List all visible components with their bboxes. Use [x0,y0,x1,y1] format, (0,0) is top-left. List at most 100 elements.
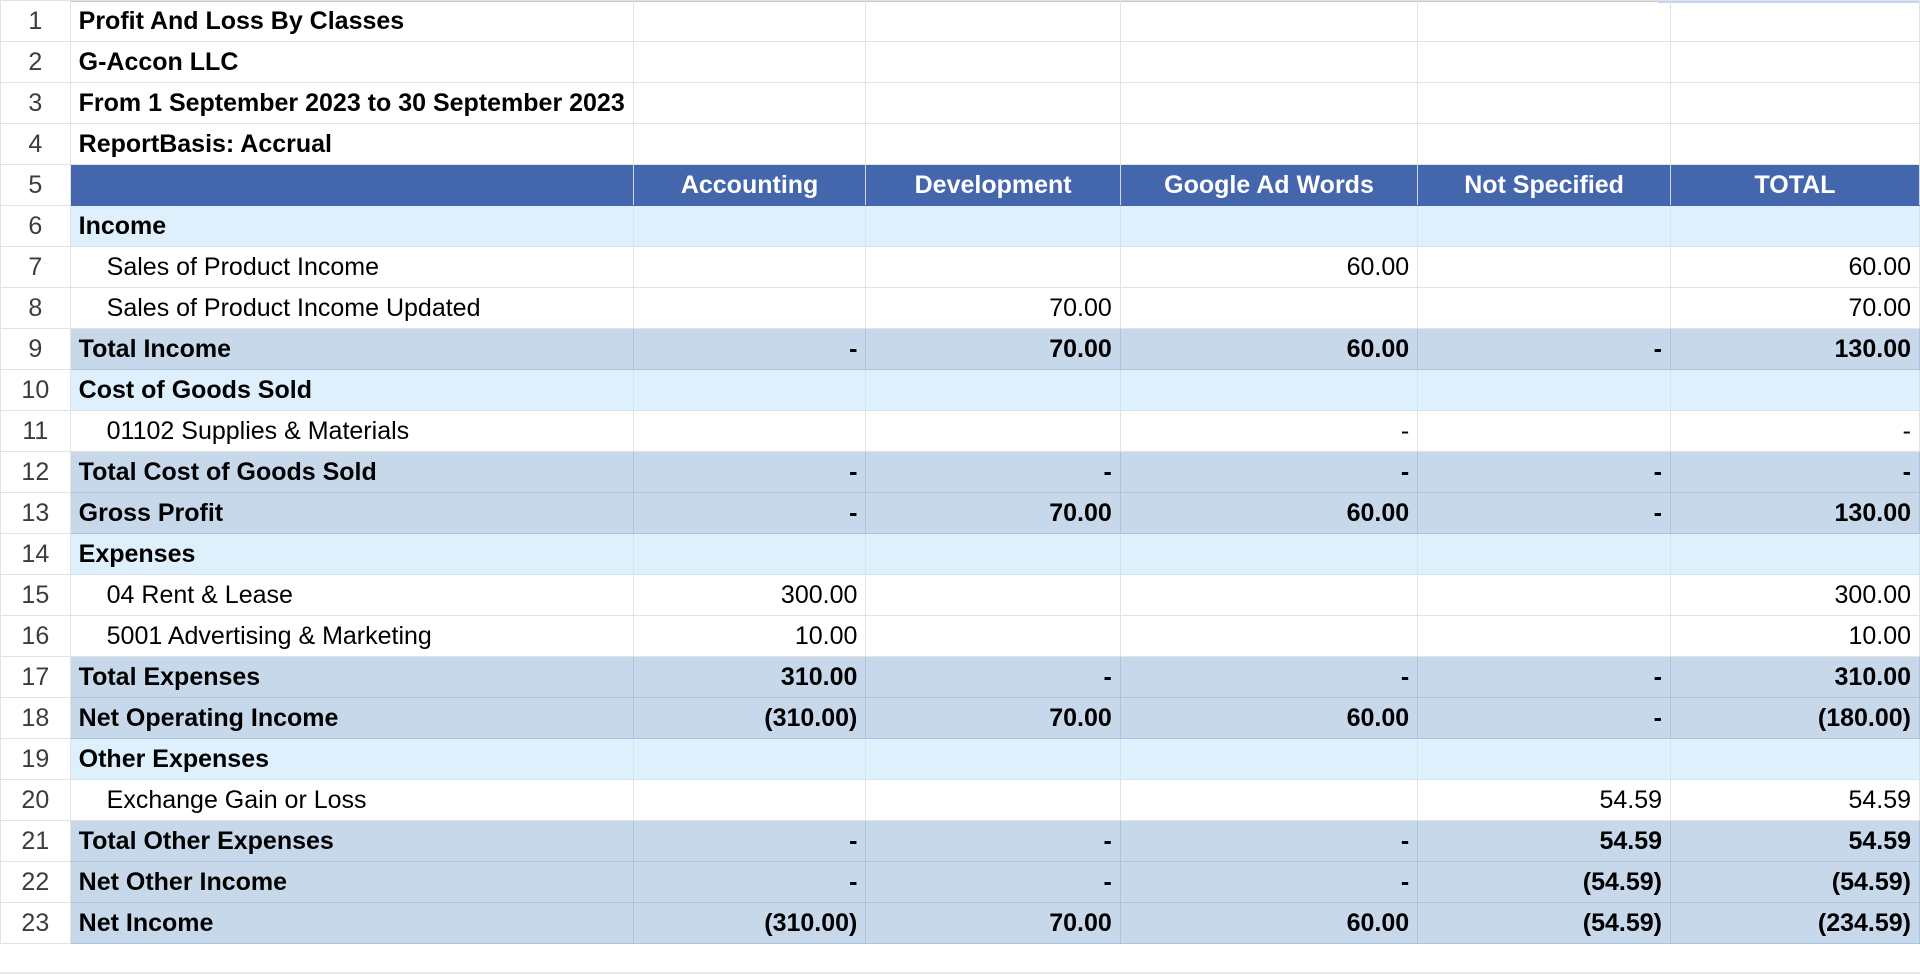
cell-value[interactable]: 60.00 [1119,697,1419,739]
cell-value[interactable]: - [632,451,867,493]
cell-label[interactable]: Expenses [69,533,634,575]
cell-value[interactable] [632,123,867,165]
cell-value[interactable] [865,410,1121,452]
cell-value[interactable]: - [1417,656,1671,698]
row-number[interactable]: 7 [0,246,71,288]
cell-value[interactable] [1670,82,1920,124]
column-header-cell[interactable]: Development [865,164,1121,206]
row-number[interactable]: 5 [0,164,71,206]
cell-value[interactable] [1670,738,1920,780]
cell-value[interactable]: 60.00 [1119,902,1419,944]
row-number[interactable]: 13 [0,492,71,534]
cell-label[interactable]: 04 Rent & Lease [69,574,634,616]
cell-value[interactable]: - [632,861,867,903]
cell-label[interactable] [69,164,634,206]
row-number[interactable]: 9 [0,328,71,370]
cell-value[interactable] [1670,0,1920,42]
cell-value[interactable]: - [632,820,867,862]
cell-value[interactable] [865,41,1121,83]
cell-value[interactable] [865,246,1121,288]
cell-value[interactable]: 54.59 [1670,820,1920,862]
cell-value[interactable] [1417,246,1671,288]
cell-label[interactable]: Sales of Product Income [69,246,634,288]
cell-value[interactable] [1670,123,1920,165]
cell-value[interactable] [865,738,1121,780]
cell-value[interactable]: - [865,861,1121,903]
row-number[interactable]: 23 [0,902,71,944]
cell-value[interactable] [865,615,1121,657]
cell-label[interactable]: Net Operating Income [69,697,634,739]
cell-value[interactable] [1417,533,1671,575]
cell-value[interactable] [1417,205,1671,247]
cell-label[interactable]: G-Accon LLC [69,41,634,83]
cell-value[interactable] [1670,41,1920,83]
cell-label[interactable]: Other Expenses [69,738,634,780]
cell-label[interactable]: Sales of Product Income Updated [69,287,634,329]
cell-value[interactable]: - [1119,656,1419,698]
cell-value[interactable]: - [1417,328,1671,370]
row-number[interactable]: 8 [0,287,71,329]
cell-value[interactable] [1119,369,1419,411]
row-number[interactable]: 21 [0,820,71,862]
cell-value[interactable]: 70.00 [865,492,1121,534]
cell-label[interactable]: Total Income [69,328,634,370]
cell-value[interactable] [1417,123,1671,165]
row-number[interactable]: 16 [0,615,71,657]
cell-label[interactable]: Net Income [69,902,634,944]
cell-value[interactable] [1119,287,1419,329]
cell-value[interactable]: 70.00 [865,902,1121,944]
cell-value[interactable]: 130.00 [1670,328,1920,370]
cell-value[interactable] [1417,574,1671,616]
cell-value[interactable] [1417,410,1671,452]
cell-value[interactable]: 54.59 [1670,779,1920,821]
cell-value[interactable] [632,369,867,411]
cell-label[interactable]: 01102 Supplies & Materials [69,410,634,452]
cell-value[interactable]: - [1119,820,1419,862]
cell-value[interactable]: (54.59) [1417,861,1671,903]
cell-value[interactable]: 130.00 [1670,492,1920,534]
row-number[interactable]: 4 [0,123,71,165]
cell-label[interactable]: ReportBasis: Accrual [69,123,634,165]
cell-value[interactable] [1417,82,1671,124]
cell-value[interactable]: - [632,328,867,370]
cell-value[interactable]: 54.59 [1417,820,1671,862]
cell-value[interactable]: - [1417,451,1671,493]
cell-value[interactable] [1670,533,1920,575]
cell-value[interactable]: 310.00 [1670,656,1920,698]
row-number[interactable]: 1 [0,0,71,42]
cell-value[interactable] [865,123,1121,165]
cell-value[interactable] [865,533,1121,575]
column-header-cell[interactable]: Accounting [632,164,867,206]
cell-value[interactable] [1119,779,1419,821]
cell-value[interactable]: - [1119,451,1419,493]
cell-value[interactable] [1119,205,1419,247]
column-header-cell[interactable]: Not Specified [1417,164,1671,206]
cell-value[interactable]: 54.59 [1417,779,1671,821]
cell-label[interactable]: Profit And Loss By Classes [69,0,634,42]
cell-value[interactable] [1417,615,1671,657]
cell-value[interactable]: 10.00 [1670,615,1920,657]
cell-value[interactable]: - [1417,697,1671,739]
cell-value[interactable]: - [1119,861,1419,903]
cell-value[interactable]: - [865,820,1121,862]
cell-value[interactable] [1119,82,1419,124]
cell-value[interactable]: (180.00) [1670,697,1920,739]
cell-value[interactable]: 70.00 [1670,287,1920,329]
cell-value[interactable] [865,82,1121,124]
cell-value[interactable] [632,779,867,821]
row-number[interactable]: 20 [0,779,71,821]
cell-value[interactable]: - [632,492,867,534]
cell-value[interactable] [632,205,867,247]
cell-value[interactable] [1417,738,1671,780]
cell-value[interactable] [632,410,867,452]
cell-value[interactable] [1119,41,1419,83]
cell-value[interactable] [1119,533,1419,575]
cell-label[interactable]: From 1 September 2023 to 30 September 20… [69,82,634,124]
cell-value[interactable]: - [865,451,1121,493]
row-number[interactable]: 11 [0,410,71,452]
cell-value[interactable]: 70.00 [865,328,1121,370]
cell-value[interactable] [632,738,867,780]
cell-value[interactable]: 70.00 [865,287,1121,329]
row-number[interactable]: 12 [0,451,71,493]
cell-label[interactable]: 5001 Advertising & Marketing [69,615,634,657]
